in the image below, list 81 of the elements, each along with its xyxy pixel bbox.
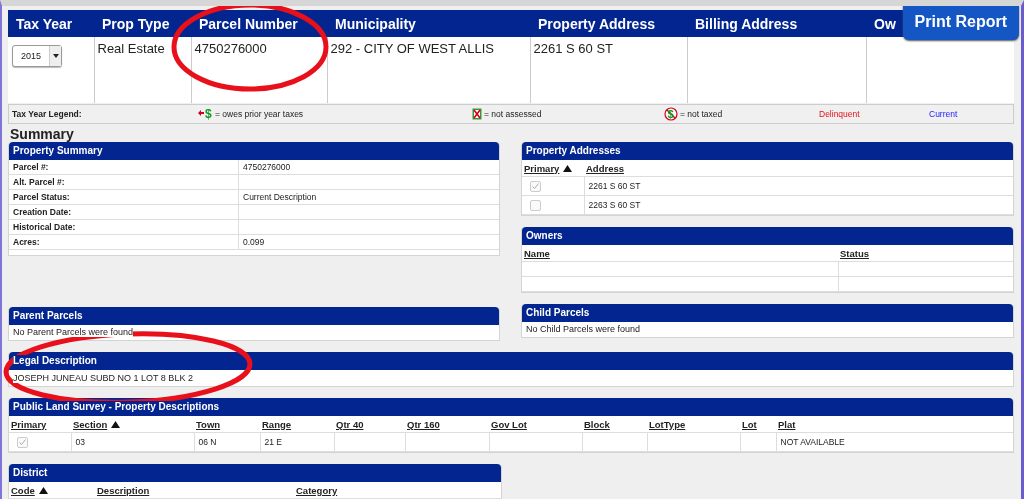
column-sort-link[interactable]: Code <box>11 484 35 496</box>
crossed-box-icon <box>472 108 482 120</box>
table-cell: 21 E <box>260 432 334 452</box>
field-label: Creation Date: <box>9 204 239 220</box>
field-label: Historical Date: <box>9 219 239 235</box>
column-sort-link[interactable]: Range <box>262 418 292 430</box>
column-header[interactable]: Town <box>194 416 260 433</box>
field-label: Parcel Status: <box>9 189 239 205</box>
column-sort-link[interactable]: Primary <box>11 418 47 430</box>
panel-title: Public Land Survey - Property Descriptions <box>13 401 220 412</box>
column-sort-link[interactable]: Gov Lot <box>491 418 527 430</box>
column-sort-link[interactable]: Name <box>524 247 550 259</box>
status-label: Current <box>929 109 958 119</box>
column-header: Billing Address <box>687 10 866 37</box>
table-cell: 03 <box>71 432 194 452</box>
panel-message: No Child Parcels were found <box>526 324 641 334</box>
column-sort-link[interactable]: Qtr 40 <box>336 418 364 430</box>
status-label: Delinquent <box>819 109 860 119</box>
table-cell: Real Estate <box>94 37 191 103</box>
legend-text: = not taxed <box>680 109 723 119</box>
column-sort-link[interactable]: Qtr 160 <box>407 418 440 430</box>
column-header[interactable]: Qtr 40 <box>334 416 405 433</box>
print-report-button[interactable]: Print Report <box>902 6 1019 40</box>
table-cell: 292 - CITY OF WEST ALLIS <box>327 37 530 103</box>
column-sort-link[interactable]: Plat <box>778 418 796 430</box>
panel-title: District <box>13 467 48 478</box>
field-label: Alt. Parcel #: <box>9 174 239 190</box>
column-header[interactable]: Range <box>260 416 334 433</box>
column-header: Municipality <box>327 10 530 37</box>
panel-message: No Parent Parcels were found <box>13 327 134 337</box>
column-sort-link[interactable]: Address <box>586 162 624 174</box>
year-dropdown[interactable]: 2015 <box>12 45 62 67</box>
table-cell: 2263 S 60 ST <box>584 195 1013 215</box>
table-cell: 2261 S 60 ST <box>530 37 687 103</box>
section-heading: Summary <box>10 126 75 142</box>
column-header[interactable]: Plat <box>776 416 1013 433</box>
field-value: 4750276000 <box>238 160 499 175</box>
column-sort-link[interactable]: Status <box>840 247 870 259</box>
table-cell: 2261 S 60 ST <box>584 176 1013 196</box>
sort-up-icon <box>38 486 48 494</box>
column-header[interactable]: Address <box>584 160 1013 177</box>
field-label: Acres: <box>9 234 239 250</box>
column-header[interactable]: Block <box>582 416 647 433</box>
panel-title: Property Addresses <box>526 145 621 156</box>
table-cell: NOT AVAILABLE <box>776 432 1013 452</box>
column-header[interactable]: Qtr 160 <box>405 416 489 433</box>
column-header[interactable]: Name <box>522 245 838 262</box>
table-cell: 06 N <box>194 432 260 452</box>
legend-text: = owes prior year taxes <box>215 109 304 119</box>
column-header: Tax Year <box>8 10 94 37</box>
field-value: 0.099 <box>238 234 499 250</box>
column-sort-link[interactable]: Primary <box>524 162 560 174</box>
column-sort-link[interactable]: Town <box>196 418 221 430</box>
panel-title: Legal Description <box>13 355 97 366</box>
column-header: Property Address <box>530 10 687 37</box>
legend-label: Tax Year Legend: <box>11 109 83 119</box>
field-value: Current Description <box>238 189 499 205</box>
sort-up-icon <box>563 164 573 172</box>
column-header[interactable]: Status <box>838 245 1013 262</box>
column-sort-link[interactable]: Category <box>296 484 338 496</box>
caret-icon <box>52 54 59 58</box>
column-header[interactable]: Description <box>95 482 294 499</box>
panel-title: Property Summary <box>13 145 103 156</box>
field-label: Parcel #: <box>9 160 239 175</box>
table-cell: 4750276000 <box>191 37 327 103</box>
column-header[interactable]: LotType <box>647 416 740 433</box>
sort-up-icon <box>111 420 121 428</box>
column-sort-link[interactable]: LotType <box>649 418 686 430</box>
column-header[interactable]: Lot <box>740 416 776 433</box>
column-sort-link[interactable]: Section <box>73 418 108 430</box>
column-sort-link[interactable]: Block <box>584 418 610 430</box>
panel-message: JOSEPH JUNEAU SUBD NO 1 LOT 8 BLK 2 <box>13 373 193 383</box>
column-sort-link[interactable]: Description <box>97 484 150 496</box>
panel-title: Parent Parcels <box>13 310 83 321</box>
column-header: Prop Type <box>94 10 191 37</box>
panel-title: Owners <box>526 230 563 241</box>
panel-title: Child Parcels <box>526 307 590 318</box>
column-header[interactable]: Gov Lot <box>489 416 582 433</box>
legend-text: = not assessed <box>484 109 542 119</box>
column-sort-link[interactable]: Lot <box>742 418 757 430</box>
column-header[interactable]: Category <box>294 482 501 499</box>
